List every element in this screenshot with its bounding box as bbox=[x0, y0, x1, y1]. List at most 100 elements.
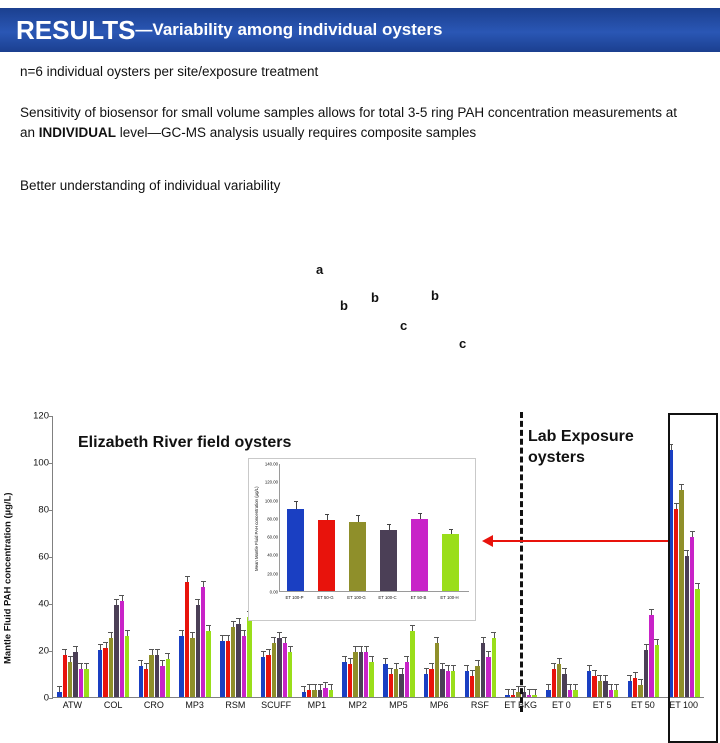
error-bar-cap bbox=[627, 674, 633, 676]
error-bar-cap bbox=[154, 648, 160, 650]
error-bar-cap bbox=[165, 653, 171, 655]
inset-x-axis-tick: ET 50-B bbox=[410, 595, 427, 600]
bar bbox=[369, 661, 374, 697]
bar bbox=[608, 689, 613, 697]
error-bar-cap bbox=[382, 658, 388, 660]
error-bar bbox=[344, 656, 346, 662]
bar bbox=[450, 671, 456, 697]
bar bbox=[510, 694, 516, 697]
y-axis-tick: 20 bbox=[38, 645, 49, 657]
sample-size-note: n=6 individual oysters per site/exposure… bbox=[20, 64, 319, 79]
error-bar-cap bbox=[195, 599, 201, 601]
bar bbox=[119, 600, 124, 697]
error-bar-cap bbox=[119, 594, 125, 596]
inset-y-axis-tick: 100.00 bbox=[264, 498, 278, 504]
bar bbox=[160, 666, 165, 697]
significance-letter: a bbox=[316, 262, 324, 277]
bar bbox=[271, 642, 277, 697]
error-bar-cap bbox=[358, 646, 364, 648]
bar bbox=[195, 605, 201, 697]
bar bbox=[434, 642, 440, 697]
error-bar bbox=[70, 656, 72, 662]
body-paragraph-part2: level—GC-MS analysis usually requires co… bbox=[116, 124, 477, 140]
y-axis-tick-mark bbox=[49, 651, 53, 652]
page-title: RESULTS bbox=[16, 15, 136, 45]
error-bar-cap bbox=[545, 683, 551, 685]
bar bbox=[393, 668, 399, 697]
error-bar bbox=[284, 637, 286, 643]
error-bar-cap bbox=[632, 672, 638, 674]
error-bar bbox=[635, 673, 637, 679]
inset-x-axis-tick: ET 50-G bbox=[317, 595, 334, 600]
error-bar bbox=[203, 581, 205, 587]
bar bbox=[597, 680, 603, 697]
error-bar bbox=[222, 635, 224, 641]
inset-error-bar bbox=[388, 525, 390, 530]
error-bar-cap bbox=[556, 658, 562, 660]
inset-error-bar bbox=[326, 515, 328, 520]
error-bar-cap bbox=[464, 665, 470, 667]
error-bar-cap bbox=[83, 662, 89, 664]
bar bbox=[97, 650, 103, 697]
error-bar-cap bbox=[480, 636, 486, 638]
error-bar-cap bbox=[219, 634, 225, 636]
inset-error-bar-cap bbox=[386, 524, 391, 526]
error-bar bbox=[477, 661, 479, 667]
error-bar bbox=[309, 684, 311, 690]
significance-letter: b bbox=[431, 288, 439, 303]
inset-x-axis-tick: ET 100-P bbox=[285, 595, 304, 600]
error-bar-cap bbox=[551, 662, 557, 664]
inset-y-axis-tick: 80.00 bbox=[267, 516, 278, 522]
red-arrow-annotation bbox=[482, 535, 668, 547]
bar bbox=[643, 650, 649, 697]
error-bar-cap bbox=[608, 683, 614, 685]
error-bar-cap bbox=[450, 665, 456, 667]
x-axis-tick-labels: ATW COL CRO MP3 RSM SCUFF MP1 MP2 MP5 MP6 RSF ET BK… bbox=[52, 700, 704, 720]
inset-y-axis-tick: 0.00 bbox=[269, 589, 278, 595]
bar bbox=[323, 687, 328, 697]
error-bar-cap bbox=[276, 632, 282, 634]
error-bar bbox=[401, 668, 403, 674]
inset-error-bar-cap bbox=[448, 528, 453, 530]
bar bbox=[230, 626, 236, 697]
error-bar-cap bbox=[266, 648, 272, 650]
y-axis-tick: 40 bbox=[38, 598, 49, 610]
error-bar-cap bbox=[342, 655, 348, 657]
error-bar bbox=[167, 654, 169, 660]
error-bar bbox=[483, 637, 485, 643]
error-bar-cap bbox=[423, 667, 429, 669]
error-bar bbox=[513, 689, 515, 695]
y-axis-tick-mark bbox=[49, 604, 53, 605]
bar bbox=[388, 673, 393, 697]
error-bar bbox=[616, 684, 618, 690]
error-bar-cap bbox=[73, 646, 79, 648]
bar bbox=[556, 664, 562, 697]
error-bar bbox=[263, 652, 265, 658]
error-bar bbox=[605, 675, 607, 681]
bar bbox=[78, 668, 84, 697]
bar bbox=[287, 652, 293, 697]
bar bbox=[57, 692, 62, 697]
error-bar-cap bbox=[363, 646, 369, 648]
bar bbox=[480, 642, 486, 697]
error-bar-cap bbox=[510, 688, 516, 690]
x-axis-tick: MP3 bbox=[185, 700, 204, 710]
error-bar-cap bbox=[159, 660, 165, 662]
error-bar bbox=[412, 626, 414, 632]
error-bar bbox=[80, 663, 82, 669]
error-bar bbox=[110, 633, 112, 639]
bar bbox=[429, 668, 434, 697]
error-bar bbox=[330, 684, 332, 690]
chart-container: Mantle Fluid PAH concentration (µg/L) 02… bbox=[0, 205, 720, 743]
error-bar bbox=[390, 668, 392, 674]
bar bbox=[404, 661, 410, 697]
error-bar bbox=[472, 670, 474, 676]
x-axis-tick: MP1 bbox=[307, 700, 327, 710]
bar bbox=[603, 680, 608, 697]
error-bar-cap bbox=[301, 686, 307, 688]
y-axis-tick-mark bbox=[49, 698, 53, 699]
arrow-shaft bbox=[492, 540, 668, 542]
x-axis-tick: MP6 bbox=[429, 700, 449, 710]
error-bar bbox=[447, 666, 449, 672]
inset-error-bar bbox=[295, 502, 297, 509]
